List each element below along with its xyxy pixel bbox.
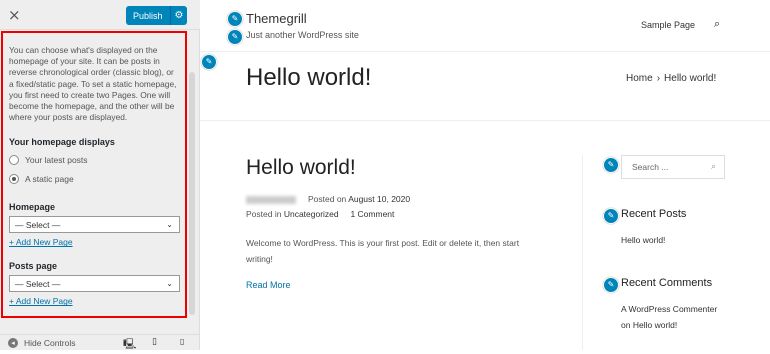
header-divider <box>200 51 770 52</box>
radio-latest-posts[interactable]: Your latest posts <box>9 150 179 169</box>
homepage-settings-panel: You can choose what's displayed on the h… <box>1 31 187 318</box>
comments-link[interactable]: 1 Comment <box>350 209 394 219</box>
posts-page-heading: Posts page <box>9 261 58 272</box>
customizer-footer: ◂ Hide Controls <box>0 334 200 350</box>
recent-comments-heading: Recent Comments <box>621 277 713 289</box>
comment-author-link[interactable]: A WordPress Commenter <box>621 304 717 314</box>
post-excerpt: Welcome to WordPress. This is your first… <box>246 238 520 264</box>
nav-sample-page[interactable]: Sample Page <box>641 20 695 30</box>
author-name-blurred <box>246 195 296 204</box>
mobile-device-icon[interactable]: ▯ <box>180 337 184 346</box>
comment-on-label: on <box>621 319 631 330</box>
publish-label[interactable]: Publish <box>126 11 170 21</box>
post-date[interactable]: August 10, 2020 <box>348 194 410 204</box>
read-more-link[interactable]: Read More <box>246 280 291 290</box>
search-placeholder: Search ... <box>632 162 669 172</box>
sidebar-search-input[interactable]: Search ... ⌕ <box>621 155 725 179</box>
search-icon[interactable]: ⌕ <box>711 162 716 172</box>
homepage-select[interactable]: — Select — ⌄ <box>9 216 180 234</box>
hide-controls-button[interactable]: Hide Controls <box>24 338 76 348</box>
breadcrumb-separator: › <box>656 73 661 84</box>
site-title[interactable]: Themegrill <box>246 11 307 26</box>
recent-comment-item: A WordPress Commenter on Hello world! <box>621 302 721 333</box>
category-link[interactable]: Uncategorized <box>284 209 339 219</box>
radio-static-page[interactable]: A static page <box>9 169 179 188</box>
homepage-displays-heading: Your homepage displays <box>9 137 115 148</box>
select-value: — Select — <box>15 278 61 289</box>
radio-checked-icon[interactable] <box>9 173 19 184</box>
post-meta-date: Posted on August 10, 2020 <box>246 194 410 204</box>
post-title[interactable]: Hello world! <box>246 156 356 180</box>
section-divider <box>200 120 770 121</box>
customizer-header: × Publish ⚙ <box>0 0 200 30</box>
add-new-page-link[interactable]: + Add New Page <box>9 237 179 247</box>
comment-post-link[interactable]: Hello world! <box>633 320 677 330</box>
sidebar-divider <box>582 155 583 350</box>
chevron-down-icon: ⌄ <box>166 220 173 230</box>
desktop-device-icon[interactable]: 🖳 <box>123 337 136 354</box>
posted-on-label: Posted on <box>308 194 347 204</box>
site-tagline: Just another WordPress site <box>246 30 359 40</box>
publish-button[interactable]: Publish ⚙ <box>126 6 187 25</box>
edit-shortcut-icon[interactable]: ✎ <box>227 11 243 27</box>
edit-shortcut-icon[interactable]: ✎ <box>603 277 619 293</box>
breadcrumb-home[interactable]: Home <box>626 73 653 84</box>
panel-description: You can choose what's displayed on the h… <box>9 45 177 123</box>
breadcrumb: Home › Hello world! <box>626 73 716 84</box>
radio-label: Your latest posts <box>25 154 88 165</box>
select-value: — Select — <box>15 219 61 230</box>
recent-posts-heading: Recent Posts <box>621 208 687 220</box>
edit-shortcut-icon[interactable]: ✎ <box>201 54 217 70</box>
edit-shortcut-icon[interactable]: ✎ <box>603 157 619 173</box>
search-icon[interactable]: ⌕ <box>714 17 720 31</box>
homepage-heading: Homepage <box>9 202 56 213</box>
radio-icon[interactable] <box>9 154 19 165</box>
scrollbar[interactable] <box>189 72 195 315</box>
page-title: Hello world! <box>246 64 372 91</box>
edit-shortcut-icon[interactable]: ✎ <box>603 208 619 224</box>
post-meta-category: Posted in Uncategorized 1 Comment <box>246 209 394 219</box>
gear-icon[interactable]: ⚙ <box>171 10 187 21</box>
hide-controls-icon[interactable]: ◂ <box>8 337 18 348</box>
posts-page-select[interactable]: — Select — ⌄ <box>9 275 180 293</box>
customizer-sidebar: × Publish ⚙ You can choose what's displa… <box>0 0 200 350</box>
chevron-down-icon: ⌄ <box>166 279 173 289</box>
breadcrumb-current: Hello world! <box>664 73 717 84</box>
recent-post-link[interactable]: Hello world! <box>621 233 721 249</box>
add-new-page-link[interactable]: + Add New Page <box>9 296 179 306</box>
close-icon[interactable]: × <box>8 6 21 24</box>
posted-in-label: Posted in <box>246 209 282 219</box>
radio-label: A static page <box>25 173 74 184</box>
tablet-device-icon[interactable]: ▯ <box>152 337 157 347</box>
edit-shortcut-icon[interactable]: ✎ <box>227 29 243 45</box>
